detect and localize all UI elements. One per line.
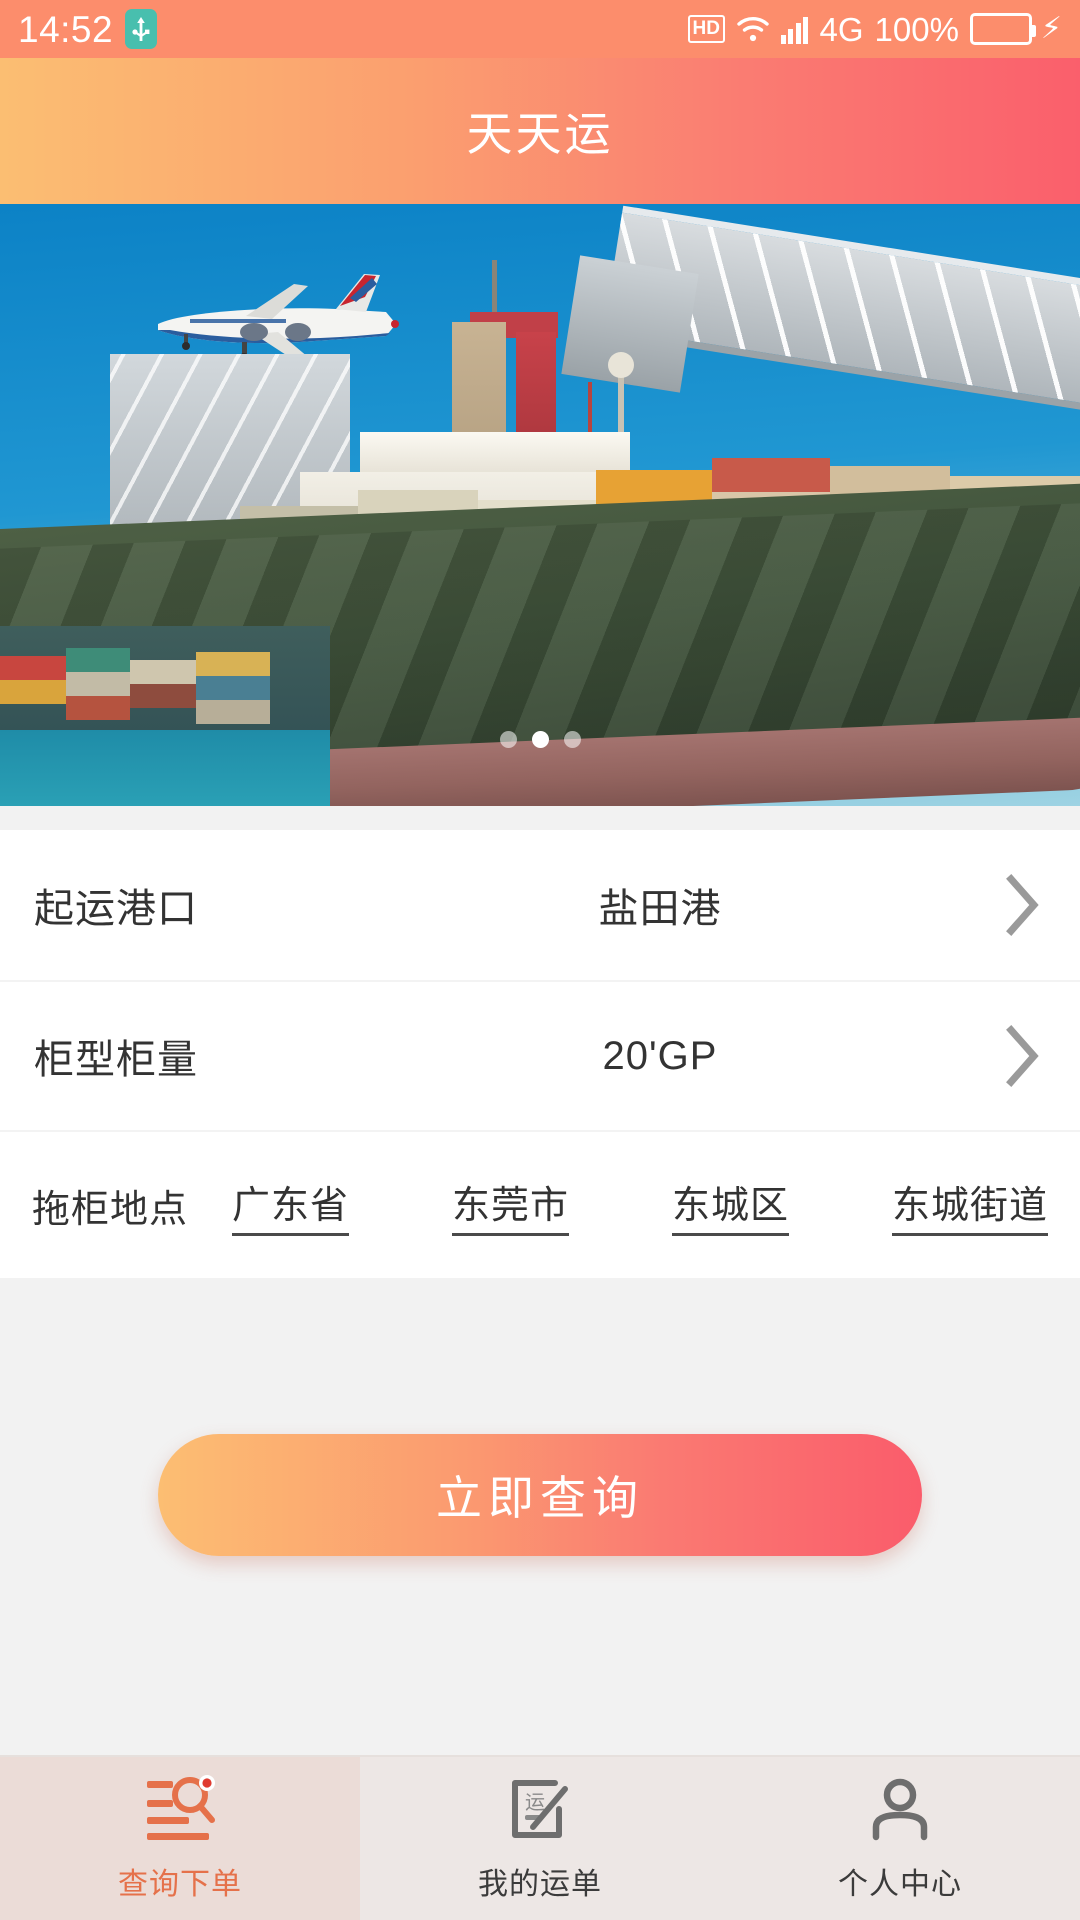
list-search-icon [143, 1774, 217, 1845]
pickup-location-label: 拖柜地点 [32, 1188, 189, 1231]
signal-bars-icon [780, 14, 809, 44]
tab-my-waybills-label: 我的运单 [478, 1867, 602, 1901]
status-bar: 14:52 HD 4G 100% ⚡ [0, 0, 1080, 58]
carousel-dot-2[interactable] [531, 731, 549, 748]
ship-radar [608, 352, 634, 434]
carousel-dots [0, 731, 1080, 748]
pickup-street-link[interactable]: 东城街道 [891, 1174, 1048, 1236]
status-bar-left: 14:52 [18, 8, 158, 50]
container-type-value: 20'GP [602, 1033, 718, 1078]
person-icon [863, 1775, 937, 1845]
carousel-dot-1[interactable] [499, 731, 517, 748]
usb-icon [125, 9, 158, 49]
waybill-edit-icon: 运 [503, 1775, 577, 1845]
status-bar-clock: 14:52 [18, 8, 114, 50]
departure-port-label: 起运港口 [34, 887, 198, 931]
chevron-right-icon [1006, 874, 1040, 936]
tab-query-order[interactable]: 查询下单 [0, 1757, 360, 1920]
bottom-tab-bar: 查询下单 运 我的运单 个人中心 [0, 1755, 1080, 1920]
pickup-province-link[interactable]: 广东省 [232, 1174, 350, 1236]
tab-query-order-label: 查询下单 [118, 1867, 242, 1901]
shore-container-stacks [0, 626, 270, 736]
container-type-row[interactable]: 柜型柜量 20'GP [0, 980, 1080, 1130]
tab-my-waybills[interactable]: 运 我的运单 [360, 1757, 720, 1920]
battery-icon [969, 13, 1036, 45]
tab-profile-label: 个人中心 [838, 1867, 962, 1901]
hd-icon: HD [687, 15, 725, 43]
wifi-icon [736, 15, 770, 43]
pickup-location-row: 拖柜地点 广东省 东莞市 东城区 东城街道 [0, 1130, 1080, 1278]
query-now-button[interactable]: 立即查询 [158, 1434, 922, 1556]
tab-profile[interactable]: 个人中心 [720, 1757, 1080, 1920]
network-type-label: 4G [819, 10, 864, 48]
svg-text:运: 运 [525, 1792, 545, 1814]
app-header: 天天运 [0, 58, 1080, 204]
pickup-location-links: 广东省 东莞市 东城区 东城街道 [188, 1174, 1048, 1236]
container-type-label: 柜型柜量 [34, 1038, 198, 1082]
battery-percent-label: 100% [874, 10, 959, 48]
query-form-card: 起运港口 盐田港 柜型柜量 20'GP 拖柜地点 广东省 东莞市 东城区 东城街… [0, 830, 1080, 1278]
departure-port-value: 盐田港 [598, 887, 722, 931]
pickup-city-link[interactable]: 东莞市 [452, 1174, 570, 1236]
page-title: 天天运 [466, 108, 614, 160]
carousel-dot-3[interactable] [563, 731, 581, 748]
charging-bolt-icon: ⚡ [1040, 12, 1062, 45]
app-root: 14:52 HD 4G 100% ⚡ 天天运 起运港口 盐田港 柜型柜量 20'… [0, 0, 1080, 1920]
status-bar-right: HD 4G 100% ⚡ [687, 10, 1062, 48]
banner-carousel[interactable] [0, 204, 1080, 806]
pickup-district-link[interactable]: 东城区 [671, 1174, 789, 1236]
chevron-right-icon [1006, 1025, 1040, 1087]
departure-port-row[interactable]: 起运港口 盐田港 [0, 830, 1080, 980]
